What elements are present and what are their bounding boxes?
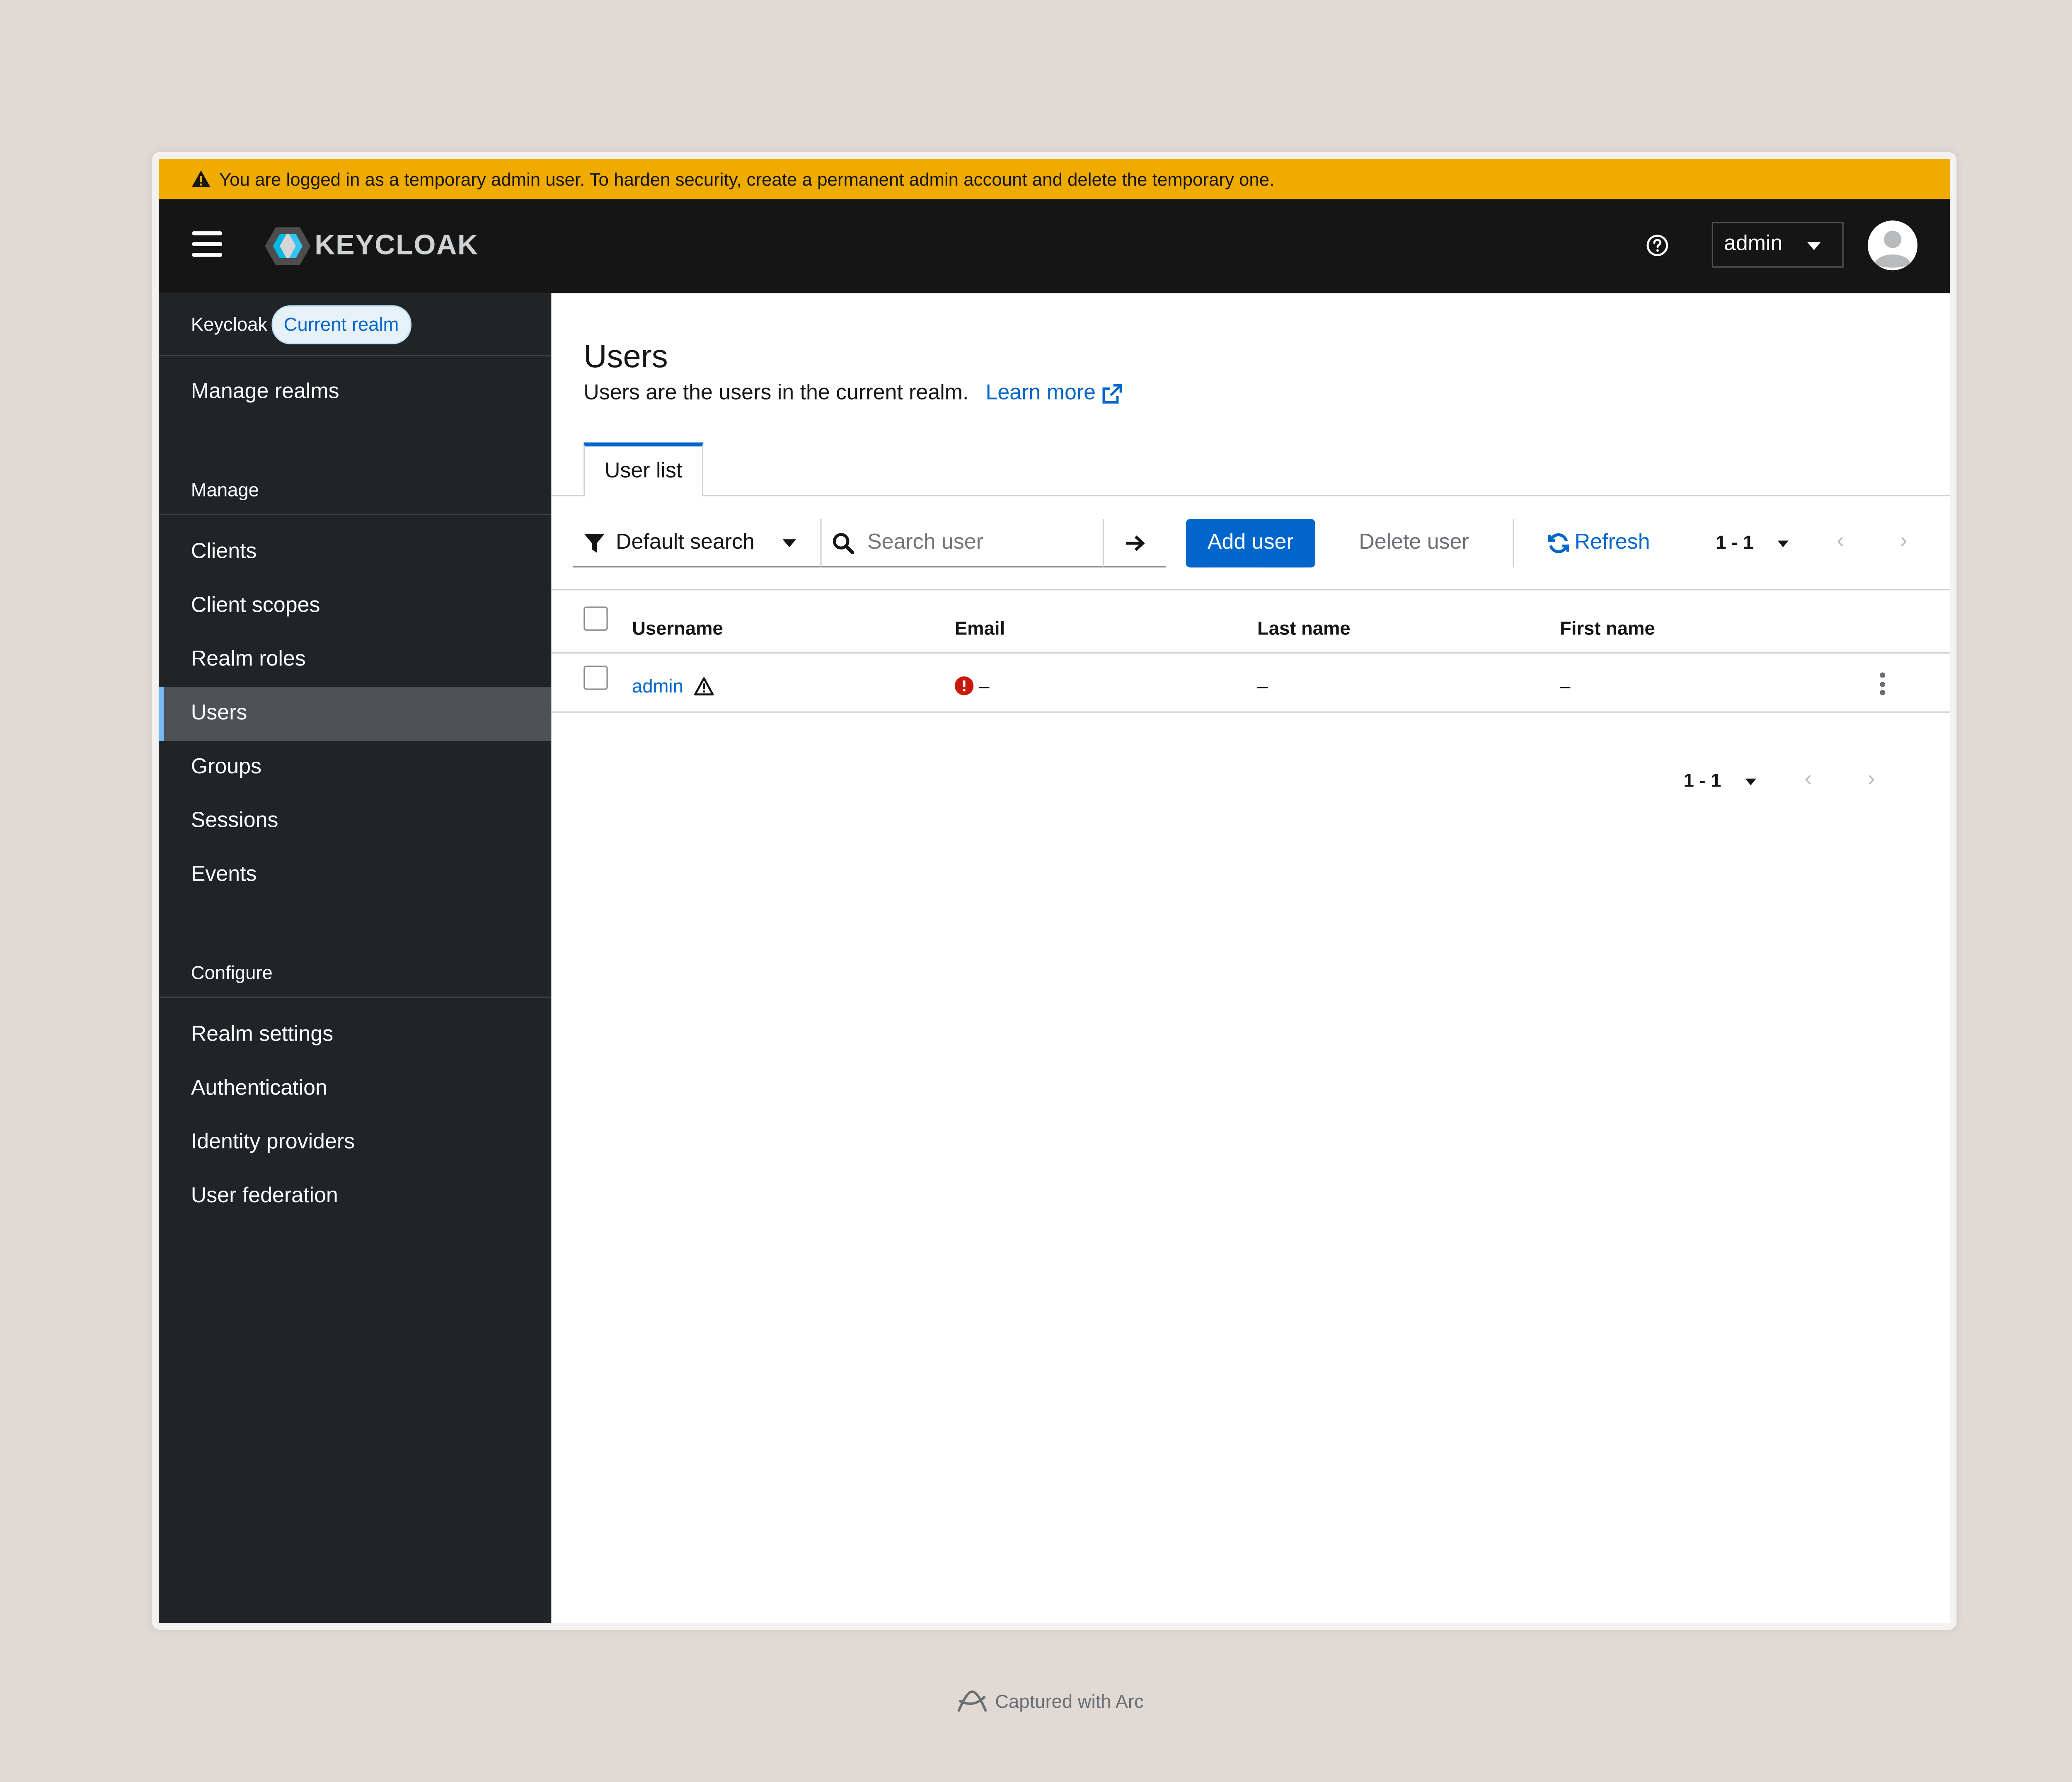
sidebar-item-manage-realms[interactable]: Manage realms xyxy=(159,366,552,420)
sidebar-item-user-federation[interactable]: User federation xyxy=(159,1170,552,1224)
chevron-right-icon[interactable]: › xyxy=(1868,768,1875,792)
username-link[interactable]: admin xyxy=(632,675,683,697)
section-title-manage: Manage xyxy=(191,479,259,501)
chevron-left-icon[interactable]: ‹ xyxy=(1805,768,1812,792)
search-submit-button[interactable] xyxy=(1102,519,1166,568)
temporary-admin-warning-icon xyxy=(694,677,714,696)
kebab-menu-icon[interactable] xyxy=(1880,672,1886,698)
sidebar-item-realm-settings[interactable]: Realm settings xyxy=(159,1009,552,1063)
delete-user-button[interactable]: Delete user xyxy=(1336,519,1491,568)
pagination-bottom: 1 - 1 ‹ › xyxy=(1684,757,1926,806)
external-link-icon xyxy=(1102,384,1122,404)
first-name-cell: – xyxy=(1560,675,1571,697)
sync-icon xyxy=(1548,533,1569,553)
warning-triangle-icon xyxy=(191,169,211,188)
keycloak-logo[interactable]: KEYCLOAK xyxy=(264,226,479,266)
sidebar-item-identity-providers[interactable]: Identity providers xyxy=(159,1116,552,1170)
row-border xyxy=(551,711,1950,713)
keycloak-emblem-icon xyxy=(265,227,311,265)
logo-text: KEYCLOAK xyxy=(315,230,479,261)
user-menu-label: admin xyxy=(1723,232,1783,256)
search-box xyxy=(820,519,1103,568)
divider xyxy=(158,996,552,998)
pagination-count[interactable]: 1 - 1 xyxy=(1684,769,1721,791)
email-not-verified-icon xyxy=(954,676,974,695)
search-type-select[interactable]: Default search xyxy=(573,519,821,568)
column-header-username: Username xyxy=(632,617,723,639)
caret-down-icon xyxy=(782,539,796,547)
add-user-button[interactable]: Add user xyxy=(1186,519,1315,568)
refresh-button[interactable]: Refresh xyxy=(1548,519,1669,568)
chevron-left-icon[interactable]: ‹ xyxy=(1837,530,1844,554)
tabs-divider xyxy=(551,495,1950,496)
column-header-email: Email xyxy=(954,617,1005,639)
email-cell: – xyxy=(979,675,990,697)
header-row-border xyxy=(551,652,1950,654)
realm-name: Keycloak xyxy=(191,313,268,335)
sidebar-item-events[interactable]: Events xyxy=(159,849,552,903)
current-realm-badge: Current realm xyxy=(271,305,411,344)
sidebar-item-realm-roles[interactable]: Realm roles xyxy=(159,633,552,687)
chevron-right-icon[interactable]: › xyxy=(1900,530,1907,554)
page-description: Users are the users in the current realm… xyxy=(583,382,969,405)
sidebar-item-client-scopes[interactable]: Client scopes xyxy=(159,580,552,634)
column-header-first-name: First name xyxy=(1560,617,1655,639)
arc-logo-icon xyxy=(957,1690,987,1712)
tab-user-list[interactable]: User list xyxy=(583,442,704,496)
caret-down-icon xyxy=(1807,242,1821,250)
search-input[interactable] xyxy=(864,529,1099,556)
toolbar: Default search Add user Delete user xyxy=(551,519,1950,568)
pagination-count[interactable]: 1 - 1 xyxy=(1716,531,1753,553)
user-menu-toggle[interactable]: admin xyxy=(1711,222,1844,268)
avatar[interactable] xyxy=(1868,220,1918,271)
toolbar-separator xyxy=(1513,519,1514,568)
last-name-cell: – xyxy=(1257,675,1268,697)
help-icon[interactable] xyxy=(1646,234,1669,264)
caret-down-icon[interactable] xyxy=(1745,778,1756,786)
column-header-last-name: Last name xyxy=(1257,617,1351,639)
row-checkbox[interactable] xyxy=(583,666,608,690)
sidebar-item-users[interactable]: Users xyxy=(158,687,552,741)
search-type-label: Default search xyxy=(616,530,755,554)
app-frame: You are logged in as a temporary admin u… xyxy=(158,158,1950,1623)
sidebar-item-authentication[interactable]: Authentication xyxy=(159,1062,552,1116)
captured-text: Captured with Arc xyxy=(995,1690,1144,1712)
learn-more-link[interactable]: Learn more xyxy=(986,382,1123,406)
refresh-label: Refresh xyxy=(1574,531,1650,554)
banner-text: You are logged in as a temporary admin u… xyxy=(219,169,1275,189)
learn-more-label: Learn more xyxy=(985,382,1096,405)
sidebar-item-sessions[interactable]: Sessions xyxy=(159,795,552,849)
main-content: Users Users are the users in the current… xyxy=(551,293,1950,1623)
divider xyxy=(158,513,552,515)
page-title: Users xyxy=(583,339,668,375)
table-top-border xyxy=(551,589,1950,591)
sidebar: Keycloak Current realm Manage realms Man… xyxy=(158,293,552,1623)
browser-window: You are logged in as a temporary admin u… xyxy=(152,152,1957,1630)
filter-icon xyxy=(584,533,605,552)
masthead: KEYCLOAK admin xyxy=(158,199,1950,293)
search-icon xyxy=(833,532,854,554)
arrow-right-icon xyxy=(1126,535,1145,551)
select-all-checkbox[interactable] xyxy=(583,606,608,631)
caret-down-icon[interactable] xyxy=(1777,540,1789,547)
sidebar-item-clients[interactable]: Clients xyxy=(159,526,552,580)
temporary-admin-banner: You are logged in as a temporary admin u… xyxy=(158,158,1950,199)
hamburger-menu-icon[interactable] xyxy=(192,231,222,258)
section-title-configure: Configure xyxy=(191,961,273,983)
pagination-top: 1 - 1 ‹ › xyxy=(1716,519,1950,568)
realm-selector[interactable]: Keycloak Current realm xyxy=(158,293,552,356)
captured-with-arc: Captured with Arc xyxy=(956,1688,1144,1714)
sidebar-item-groups[interactable]: Groups xyxy=(159,741,552,795)
